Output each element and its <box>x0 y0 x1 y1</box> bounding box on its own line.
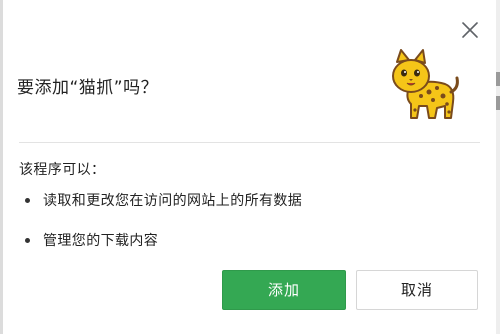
permissions-list: 读取和更改您在访问的网站上的所有数据 管理您的下载内容 <box>19 191 302 271</box>
dialog-title: 要添加“猫抓”吗？ <box>17 78 159 98</box>
add-button[interactable]: 添加 <box>222 270 346 310</box>
permission-item: 管理您的下载内容 <box>19 231 302 271</box>
page: 要添加“猫抓”吗？ 该程序可以： 读取和更改您在访问的网站上的所有数据 管理您的… <box>0 0 500 334</box>
permission-text: 读取和更改您在访问的网站上的所有数据 <box>43 193 303 209</box>
bullet-icon <box>25 198 30 203</box>
bullet-icon <box>25 238 30 243</box>
divider <box>19 142 480 143</box>
cancel-button[interactable]: 取消 <box>356 270 478 310</box>
cat-logo-icon <box>385 48 461 124</box>
close-button[interactable] <box>458 18 482 42</box>
permission-item: 读取和更改您在访问的网站上的所有数据 <box>19 191 302 231</box>
background-edge-mark <box>496 96 500 110</box>
permission-text: 管理您的下载内容 <box>43 233 159 249</box>
permissions-heading: 该程序可以： <box>19 162 106 178</box>
background-edge-mark <box>496 72 500 86</box>
close-icon <box>462 22 478 38</box>
background-edge-right <box>496 0 500 334</box>
add-extension-dialog: 要添加“猫抓”吗？ 该程序可以： 读取和更改您在访问的网站上的所有数据 管理您的… <box>3 0 496 334</box>
